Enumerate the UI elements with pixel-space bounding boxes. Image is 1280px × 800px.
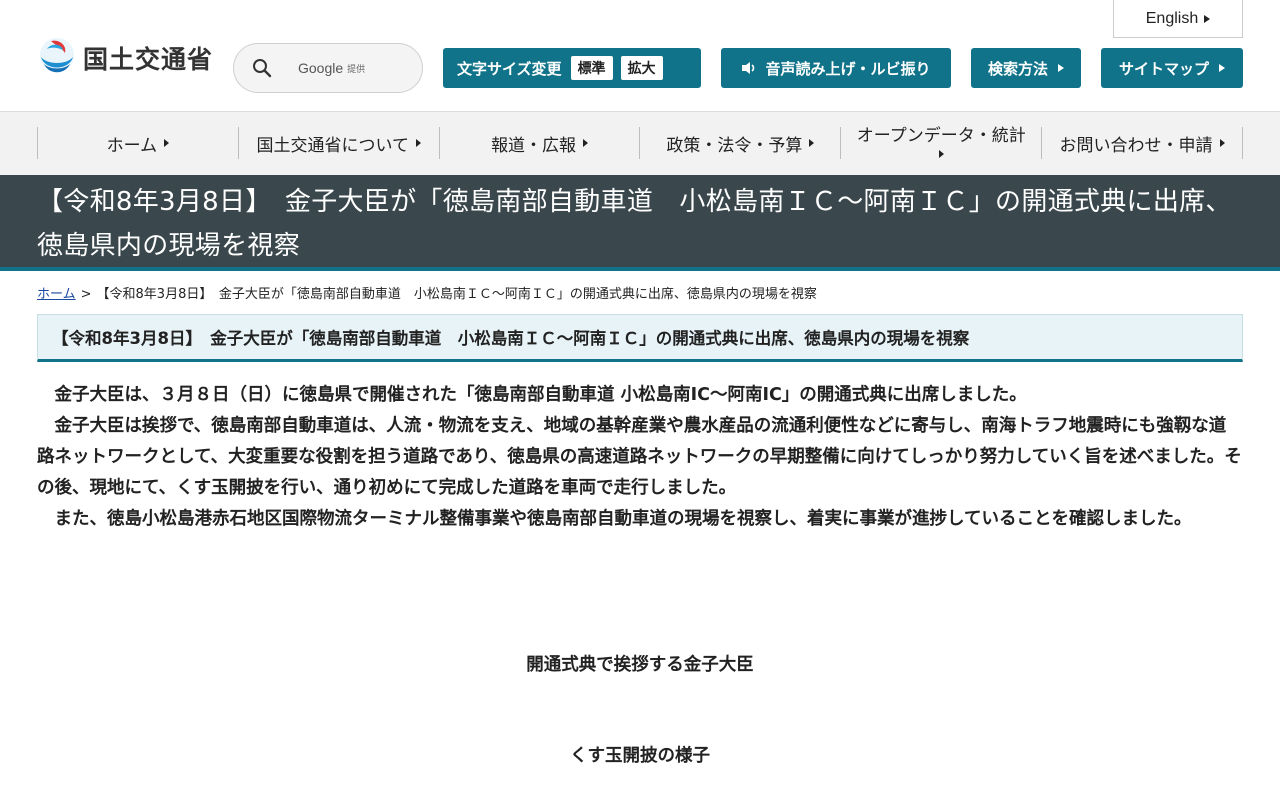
chevron-right-icon	[1219, 139, 1225, 147]
english-language-label: English	[1145, 9, 1199, 27]
site-logo-text: 国土交通省	[83, 45, 214, 74]
chevron-right-icon	[583, 139, 589, 147]
nav-item-contact[interactable]: お問い合わせ・申請	[1042, 127, 1243, 159]
chevron-right-icon	[1204, 14, 1211, 23]
breadcrumb-current: 【令和8年3月8日】 金子大臣が「徳島南部自動車道 小松島南ＩＣ～阿南ＩＣ」の開…	[96, 287, 817, 302]
search-icon[interactable]	[252, 58, 272, 78]
nav-item-policy[interactable]: 政策・法令・予算	[640, 127, 842, 159]
global-navigation: ホーム 国土交通省について 報道・広報 政策・法令・予算 オープンデータ・統計 …	[0, 112, 1280, 175]
nav-item-about[interactable]: 国土交通省について	[239, 127, 440, 159]
global-nav-list: ホーム 国土交通省について 報道・広報 政策・法令・予算 オープンデータ・統計 …	[37, 126, 1243, 159]
chevron-right-icon	[415, 139, 421, 147]
nav-item-label: お問い合わせ・申請	[1059, 135, 1213, 156]
photo-caption-kusudama: くす玉開披の様子	[570, 746, 710, 766]
sitemap-label: サイトマップ	[1118, 59, 1209, 78]
speaker-icon	[742, 62, 755, 74]
page-title: 【令和8年3月8日】 金子大臣が「徳島南部自動車道 小松島南ＩＣ～阿南ＩＣ」の開…	[37, 187, 1232, 261]
voice-reading-label: 音声読み上げ・ルビ振り	[765, 59, 931, 78]
page-title-band: 【令和8年3月8日】 金子大臣が「徳島南部自動車道 小松島南ＩＣ～阿南ＩＣ」の開…	[0, 175, 1280, 271]
site-logo[interactable]: 国土交通省	[37, 37, 213, 79]
chevron-right-icon	[938, 150, 944, 158]
chevron-right-icon	[1058, 64, 1064, 72]
sitemap-button[interactable]: サイトマップ	[1101, 48, 1243, 88]
english-language-button[interactable]: English	[1113, 0, 1243, 38]
article-heading: 【令和8年3月8日】 金子大臣が「徳島南部自動車道 小松島南ＩＣ～阿南ＩＣ」の開…	[52, 329, 970, 348]
nav-item-label: 報道・広報	[491, 135, 577, 156]
font-size-enlarge-button[interactable]: 拡大	[620, 56, 663, 80]
breadcrumb: ホーム > 【令和8年3月8日】 金子大臣が「徳島南部自動車道 小松島南ＩＣ～阿南Ｉ…	[37, 283, 817, 302]
chevron-right-icon	[809, 139, 815, 147]
breadcrumb-separator: >	[80, 287, 92, 302]
site-search-input[interactable]: Google 提供	[233, 43, 423, 93]
search-method-button[interactable]: 検索方法	[971, 48, 1081, 88]
nav-item-label: 政策・法令・予算	[666, 135, 803, 156]
search-method-label: 検索方法	[987, 59, 1048, 78]
nav-item-label: ホーム	[106, 135, 158, 156]
chevron-right-icon	[164, 139, 170, 147]
nav-item-label: オープンデータ・統計	[856, 126, 1026, 146]
article-paragraph: また、徳島小松島港赤石地区国際物流ターミナル整備事業や徳島南部自動車道の現場を視…	[54, 509, 1192, 529]
site-header: 国土交通省 Google 提供 English 文字サイズ変更 標準 拡大 音声…	[0, 0, 1280, 112]
article-paragraph: 金子大臣は挨拶で、徳島南部自動車道は、人流・物流を支え、地域の基幹産業や農水産品…	[37, 416, 1242, 498]
nav-item-open-data[interactable]: オープンデータ・統計	[841, 126, 1043, 159]
nav-item-home[interactable]: ホーム	[38, 127, 239, 159]
font-size-standard-button[interactable]: 標準	[570, 56, 613, 80]
photo-caption-speech: 開通式典で挨拶する金子大臣	[526, 655, 754, 675]
article-paragraph: 金子大臣は、３月８日（日）に徳島県で開催された「徳島南部自動車道 小松島南IC～…	[54, 385, 1027, 405]
font-size-label: 文字サイズ変更	[457, 59, 562, 78]
mlit-logo-icon	[40, 38, 74, 73]
voice-reading-button[interactable]: 音声読み上げ・ルビ振り	[721, 48, 951, 88]
article-body: 金子大臣は、３月８日（日）に徳島県で開催された「徳島南部自動車道 小松島南IC～…	[37, 380, 1243, 535]
search-provider-label: Google	[298, 60, 344, 76]
nav-item-label: 国土交通省について	[256, 135, 409, 156]
article-heading-box: 【令和8年3月8日】 金子大臣が「徳島南部自動車道 小松島南ＩＣ～阿南ＩＣ」の開…	[37, 314, 1243, 362]
chevron-right-icon	[1219, 64, 1225, 72]
breadcrumb-home-link[interactable]: ホーム	[37, 287, 76, 302]
nav-item-press[interactable]: 報道・広報	[440, 127, 641, 159]
search-provided-by-label: 提供	[347, 64, 366, 75]
font-size-control: 文字サイズ変更 標準 拡大	[443, 48, 701, 88]
